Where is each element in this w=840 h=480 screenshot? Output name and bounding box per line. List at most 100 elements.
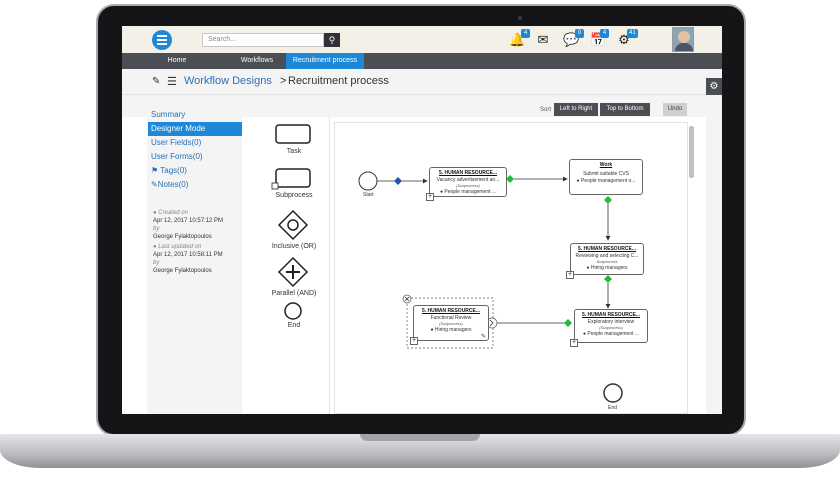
pencil-icon[interactable]: ✎ — [152, 76, 160, 87]
gear-icon[interactable]: ⚙ — [706, 78, 722, 96]
nav-bar: Home Workflows Recruitment process — [122, 53, 722, 69]
start-event[interactable] — [358, 171, 378, 191]
created-by: George Fylaktopoulos — [153, 234, 212, 240]
created-label: ● Created on — [153, 210, 188, 216]
expand-subprocess-icon[interactable]: + — [566, 271, 574, 279]
node-people: ● Hiring managers — [571, 265, 643, 271]
node-sub: (Subprocess) — [439, 321, 463, 326]
notifications-badge: 4 — [521, 29, 530, 38]
right-gutter — [706, 96, 722, 414]
sidebar-item-tags[interactable]: ⚑ Tags(0) — [151, 164, 241, 178]
sidebar-item-notes[interactable]: ✎Notes(0) — [151, 178, 241, 192]
end-label: End — [608, 405, 617, 411]
created-by-label: by — [153, 226, 160, 232]
node-reviewing-selecting[interactable]: 5. HUMAN RESOURCE... Reviewing and selec… — [570, 243, 644, 275]
breadcrumb-separator: > — [280, 75, 287, 87]
tab-home[interactable]: Home — [154, 53, 200, 69]
node-vacancy-advertisement[interactable]: 5. HUMAN RESOURCE... Vacancy advertiseme… — [429, 167, 507, 197]
node-title: Work — [599, 162, 613, 168]
node-people: ● People management ... — [575, 331, 647, 337]
palette-subprocess-label: Subprocess — [275, 192, 313, 199]
search-icon[interactable]: ⚲ — [324, 33, 340, 47]
end-event-icon[interactable] — [284, 302, 302, 320]
sidebar: Summary Designer Mode User Fields(0) Use… — [147, 108, 242, 414]
work-gateway-marker — [604, 196, 612, 204]
node-title: 5. HUMAN RESOURCE... — [421, 308, 481, 314]
sort-top-to-bottom-button[interactable]: Top to Bottom — [600, 103, 650, 116]
calendar-badge: 4 — [600, 29, 609, 38]
main-menu-button[interactable] — [152, 30, 172, 50]
node-sub: Subprocess — [596, 259, 618, 264]
node-people-label: People management o... — [580, 178, 636, 184]
laptop-notch — [360, 434, 480, 441]
canvas-scrollbar[interactable] — [689, 126, 694, 178]
node-people: ● Hiring managers — [414, 327, 488, 333]
sidebar-item-user-fields[interactable]: User Fields(0) — [151, 136, 241, 150]
updated-by: George Fylaktopoulos — [153, 268, 212, 274]
node-work-submit-cvs[interactable]: Work Submit suitable CVS ● People manage… — [569, 159, 643, 195]
updated-label-text: Last updated on — [158, 244, 202, 250]
start-gateway-marker — [394, 177, 402, 185]
node-people: ● People management ... — [430, 189, 506, 195]
node-people-label: Hiring managers — [434, 327, 472, 333]
palette-inclusive-label: Inclusive (OR) — [271, 243, 317, 250]
webcam — [518, 16, 522, 20]
sidebar-item-tags-label: Tags(0) — [160, 166, 187, 175]
task-shape-icon[interactable] — [275, 124, 311, 144]
tag-icon: ⚑ — [151, 166, 161, 175]
palette-parallel-label: Parallel (AND) — [271, 290, 317, 297]
subprocess-plus-icon — [271, 182, 279, 190]
sort-label: Sort — [540, 107, 552, 113]
palette-end-label: End — [287, 322, 301, 329]
breadcrumb-workflow-designs[interactable]: Workflow Designs — [184, 75, 272, 87]
inclusive-gateway-icon[interactable] — [277, 209, 309, 241]
designer-canvas[interactable]: Start End 5. HUMAN RESOURCE... Vacancy a… — [334, 122, 688, 414]
node-title: 5. HUMAN RESOURCE... — [438, 170, 498, 176]
updated-date: Apr 12, 2017 10:58:11 PM — [153, 252, 223, 258]
avatar[interactable] — [672, 27, 694, 52]
breadcrumb-current: Recruitment process — [288, 75, 389, 87]
start-label: Start — [363, 192, 374, 198]
breadcrumb: ✎ ☰ Workflow Designs > Recruitment proce… — [122, 69, 722, 95]
node-people-label: Hiring managers — [590, 265, 628, 271]
undo-button[interactable]: Undo — [663, 103, 687, 116]
end-event[interactable] — [603, 383, 623, 403]
sidebar-item-user-forms[interactable]: User Forms(0) — [151, 150, 241, 164]
node-desc: Submit suitable CVS — [583, 171, 629, 177]
note-icon: ✎ — [151, 180, 158, 189]
top-bar: Search... ⚲ 🔔 4 ✉ 💬 0 📅 4 ⚙ 41 — [122, 26, 722, 53]
search-input[interactable]: Search... — [202, 33, 324, 47]
search-placeholder: Search... — [208, 36, 237, 43]
updated-by-label: by — [153, 260, 160, 266]
node4-gateway-marker — [564, 319, 572, 327]
expand-subprocess-icon[interactable]: + — [410, 337, 418, 345]
subprocess-shape-icon[interactable] — [275, 168, 311, 188]
tab-recruitment-process[interactable]: Recruitment process — [286, 53, 364, 69]
node3-gateway-marker — [604, 275, 612, 283]
shape-palette: Task Subprocess Inclusive (OR) Parallel … — [258, 117, 330, 414]
sidebar-item-notes-label: Notes(0) — [157, 180, 189, 189]
app-screen: Search... ⚲ 🔔 4 ✉ 💬 0 📅 4 ⚙ 41 Home Work… — [122, 26, 722, 414]
node-people-label: People management ... — [587, 331, 640, 337]
list-icon[interactable]: ☰ — [167, 75, 177, 88]
sort-left-to-right-button[interactable]: Left to Right — [554, 103, 598, 116]
sidebar-item-designer-mode[interactable]: Designer Mode — [148, 122, 242, 136]
sidebar-item-summary[interactable]: Summary — [151, 108, 241, 122]
expand-subprocess-icon[interactable]: + — [426, 193, 434, 201]
settings-badge: 41 — [627, 29, 638, 38]
expand-subprocess-icon[interactable]: + — [570, 339, 578, 347]
palette-task-label: Task — [286, 148, 302, 155]
node-exploratory-interview[interactable]: 5. HUMAN RESOURCE... Exploratory intervi… — [574, 309, 648, 343]
mail-icon[interactable]: ✉ — [535, 32, 551, 48]
node-functional-review[interactable]: 5. HUMAN RESOURCE... Functional Review (… — [413, 305, 489, 341]
node-title: 5. HUMAN RESOURCE... — [577, 246, 637, 252]
node-title: 5. HUMAN RESOURCE... — [581, 312, 641, 318]
node1-gateway-marker — [506, 175, 514, 183]
edit-node-icon[interactable]: ✎ — [481, 333, 486, 340]
chat-badge: 0 — [575, 29, 584, 38]
created-label-text: Created on — [158, 210, 188, 216]
tab-workflows[interactable]: Workflows — [234, 53, 280, 69]
node-sub: (Subprocess) — [599, 325, 623, 330]
updated-label: ● Last updated on — [153, 244, 202, 250]
created-date: Apr 12, 2017 10:57:12 PM — [153, 218, 224, 224]
